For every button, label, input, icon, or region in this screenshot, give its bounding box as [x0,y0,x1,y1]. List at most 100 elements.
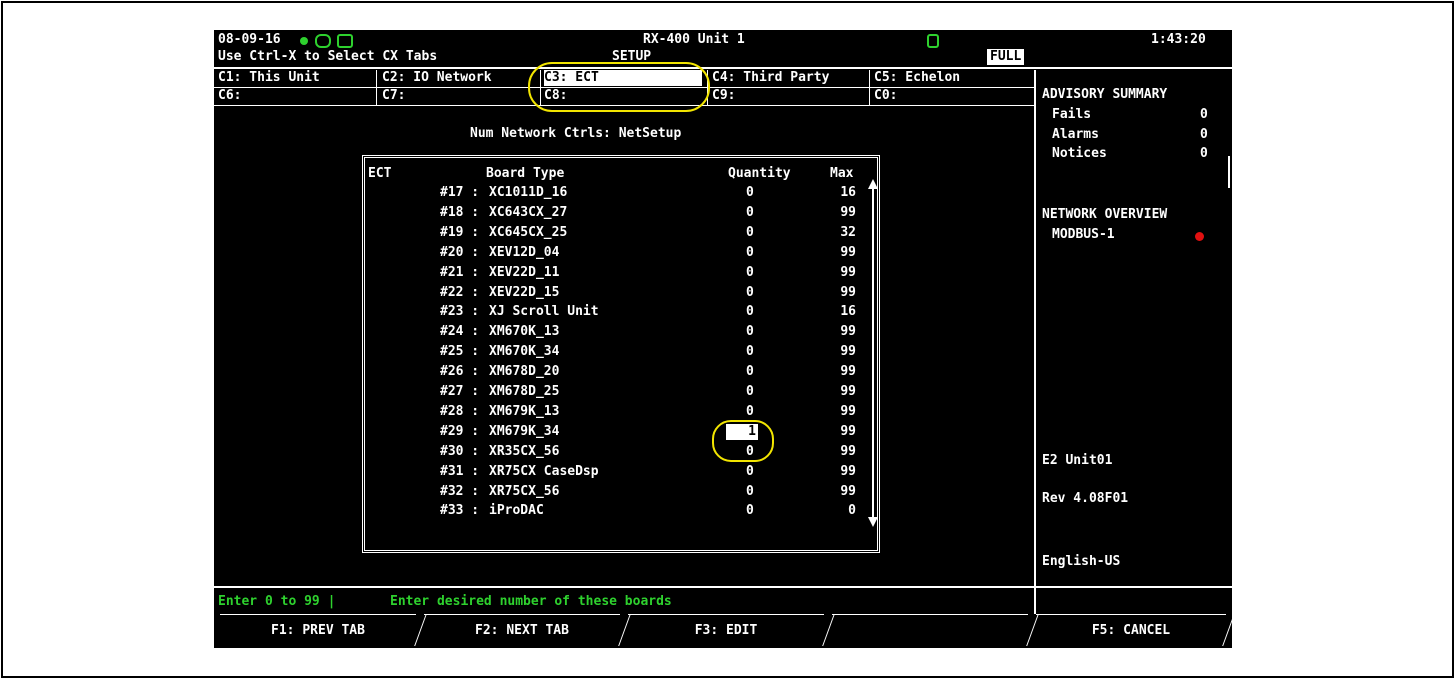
advisory-alarms-label: Alarms [1052,127,1099,142]
lock-icon [927,34,939,48]
firmware-revision: Rev 4.08F01 [1042,491,1129,506]
row-number: #28 : [440,404,480,419]
row-max: 99 [840,364,856,379]
row-board-type[interactable]: XC1011D_16 [489,185,567,201]
row-number: #32 : [440,484,480,499]
row-max: 99 [840,285,856,300]
tab-c7[interactable]: C7: [382,88,405,104]
col-max: Max [830,166,854,181]
tm-icon [337,34,353,48]
f5-cancel-button[interactable]: F5: CANCEL [1036,614,1226,647]
tab-sep [376,70,377,106]
row-quantity[interactable]: 0 [746,265,754,281]
row-quantity[interactable]: 0 [746,304,754,320]
row-number: #25 : [440,344,480,359]
row-board-type[interactable]: XM670K_13 [489,324,559,340]
row-number: #17 : [440,185,480,200]
row-quantity[interactable]: 0 [746,205,754,221]
scroll-down-arrow-icon[interactable] [868,517,878,527]
row-number: #31 : [440,464,480,479]
row-number: #27 : [440,384,480,399]
row-number: #20 : [440,245,480,260]
f4-button[interactable] [832,614,1028,647]
unit-name: E2 Unit01 [1042,453,1113,468]
header-divider [214,67,1232,69]
row-board-type[interactable]: XM678D_20 [489,364,559,380]
row-quantity[interactable]: 0 [746,503,754,519]
row-max: 99 [840,344,856,359]
col-board-type: Board Type [486,166,565,181]
row-quantity[interactable]: 0 [746,404,754,420]
header-date: 08-09-16 [218,32,281,47]
row-max: 99 [840,484,856,499]
row-board-type[interactable]: XR35CX_56 [489,444,559,460]
row-quantity[interactable]: 0 [746,384,754,400]
row-quantity[interactable]: 0 [746,245,754,261]
row-board-type[interactable]: XJ Scroll Unit [489,304,599,320]
row-max: 99 [840,404,856,419]
row-max: 16 [840,304,856,319]
row-number: #26 : [440,364,480,379]
f1-label: F1: PREV TAB [271,623,365,638]
row-max: 99 [840,424,856,439]
f3-edit-button[interactable]: F3: EDIT [628,614,824,647]
e2-controller-screen: 08-09-16 RX-400 Unit 1 1:43:20 Use Ctrl-… [214,30,1232,648]
row-board-type[interactable]: XEV22D_11 [489,265,559,281]
advisory-fails-value: 0 [1200,107,1208,122]
row-quantity[interactable]: 0 [746,185,754,201]
table-section-label: ECT [368,166,392,181]
advisory-title: ADVISORY SUMMARY [1042,87,1168,102]
tab-c2[interactable]: C2: IO Network [382,70,492,86]
row-board-type[interactable]: XR75CX_56 [489,484,559,500]
row-board-type[interactable]: XR75CX CaseDsp [489,464,599,480]
tab-c1[interactable]: C1: This Unit [218,70,320,86]
row-max: 16 [840,185,856,200]
footer-divider [214,586,1232,588]
row-board-type[interactable]: XM670K_34 [489,344,559,360]
tab-c4[interactable]: C4: Third Party [712,70,829,86]
full-badge: FULL [987,49,1025,65]
row-max: 0 [848,503,856,518]
tab-c6[interactable]: C6: [218,88,241,104]
row-quantity[interactable]: 0 [746,225,754,241]
language: English-US [1042,554,1121,569]
row-quantity[interactable]: 0 [746,464,754,480]
status-led-icon [300,37,308,45]
row-board-type[interactable]: XM679K_34 [489,424,559,440]
row-board-type[interactable]: XEV12D_04 [489,245,559,261]
row-board-type[interactable]: XM679K_13 [489,404,559,420]
row-max: 99 [840,245,856,260]
tab-c0[interactable]: C0: [874,88,897,104]
input-help-text: Enter desired number of these boards [390,594,672,609]
col-quantity: Quantity [728,166,791,181]
right-panel-divider [1034,70,1036,614]
row-quantity[interactable]: 0 [746,285,754,301]
network-item[interactable]: MODBUS-1 [1052,227,1115,243]
row-board-type[interactable]: XEV22D_15 [489,285,559,301]
network-icon [315,34,331,48]
row-max: 99 [840,265,856,280]
tab-c5[interactable]: C5: Echelon [874,70,960,86]
f2-next-tab-button[interactable]: F2: NEXT TAB [424,614,620,647]
highlight-quantity-cell [712,420,774,462]
row-quantity[interactable]: 0 [746,484,754,500]
advisory-fails-label: Fails [1052,107,1092,122]
tab-c9[interactable]: C9: [712,88,735,104]
row-quantity[interactable]: 0 [746,324,754,340]
header-title: RX-400 Unit 1 [643,32,745,47]
row-board-type[interactable]: XC643CX_27 [489,205,567,221]
advisory-scrollbar[interactable] [1228,156,1230,188]
row-board-type[interactable]: iProDAC [489,503,544,519]
row-quantity[interactable]: 0 [746,344,754,360]
row-quantity[interactable]: 0 [746,364,754,380]
header-hint: Use Ctrl-X to Select CX Tabs [218,49,438,64]
row-max: 99 [840,384,856,399]
scrollbar-track[interactable] [872,187,874,519]
row-board-type[interactable]: XM678D_25 [489,384,559,400]
row-number: #23 : [440,304,480,319]
page-subtitle: Num Network Ctrls: NetSetup [470,126,682,141]
row-number: #18 : [440,205,480,220]
row-board-type[interactable]: XC645CX_25 [489,225,567,241]
row-number: #29 : [440,424,480,439]
f1-prev-tab-button[interactable]: F1: PREV TAB [220,614,416,647]
